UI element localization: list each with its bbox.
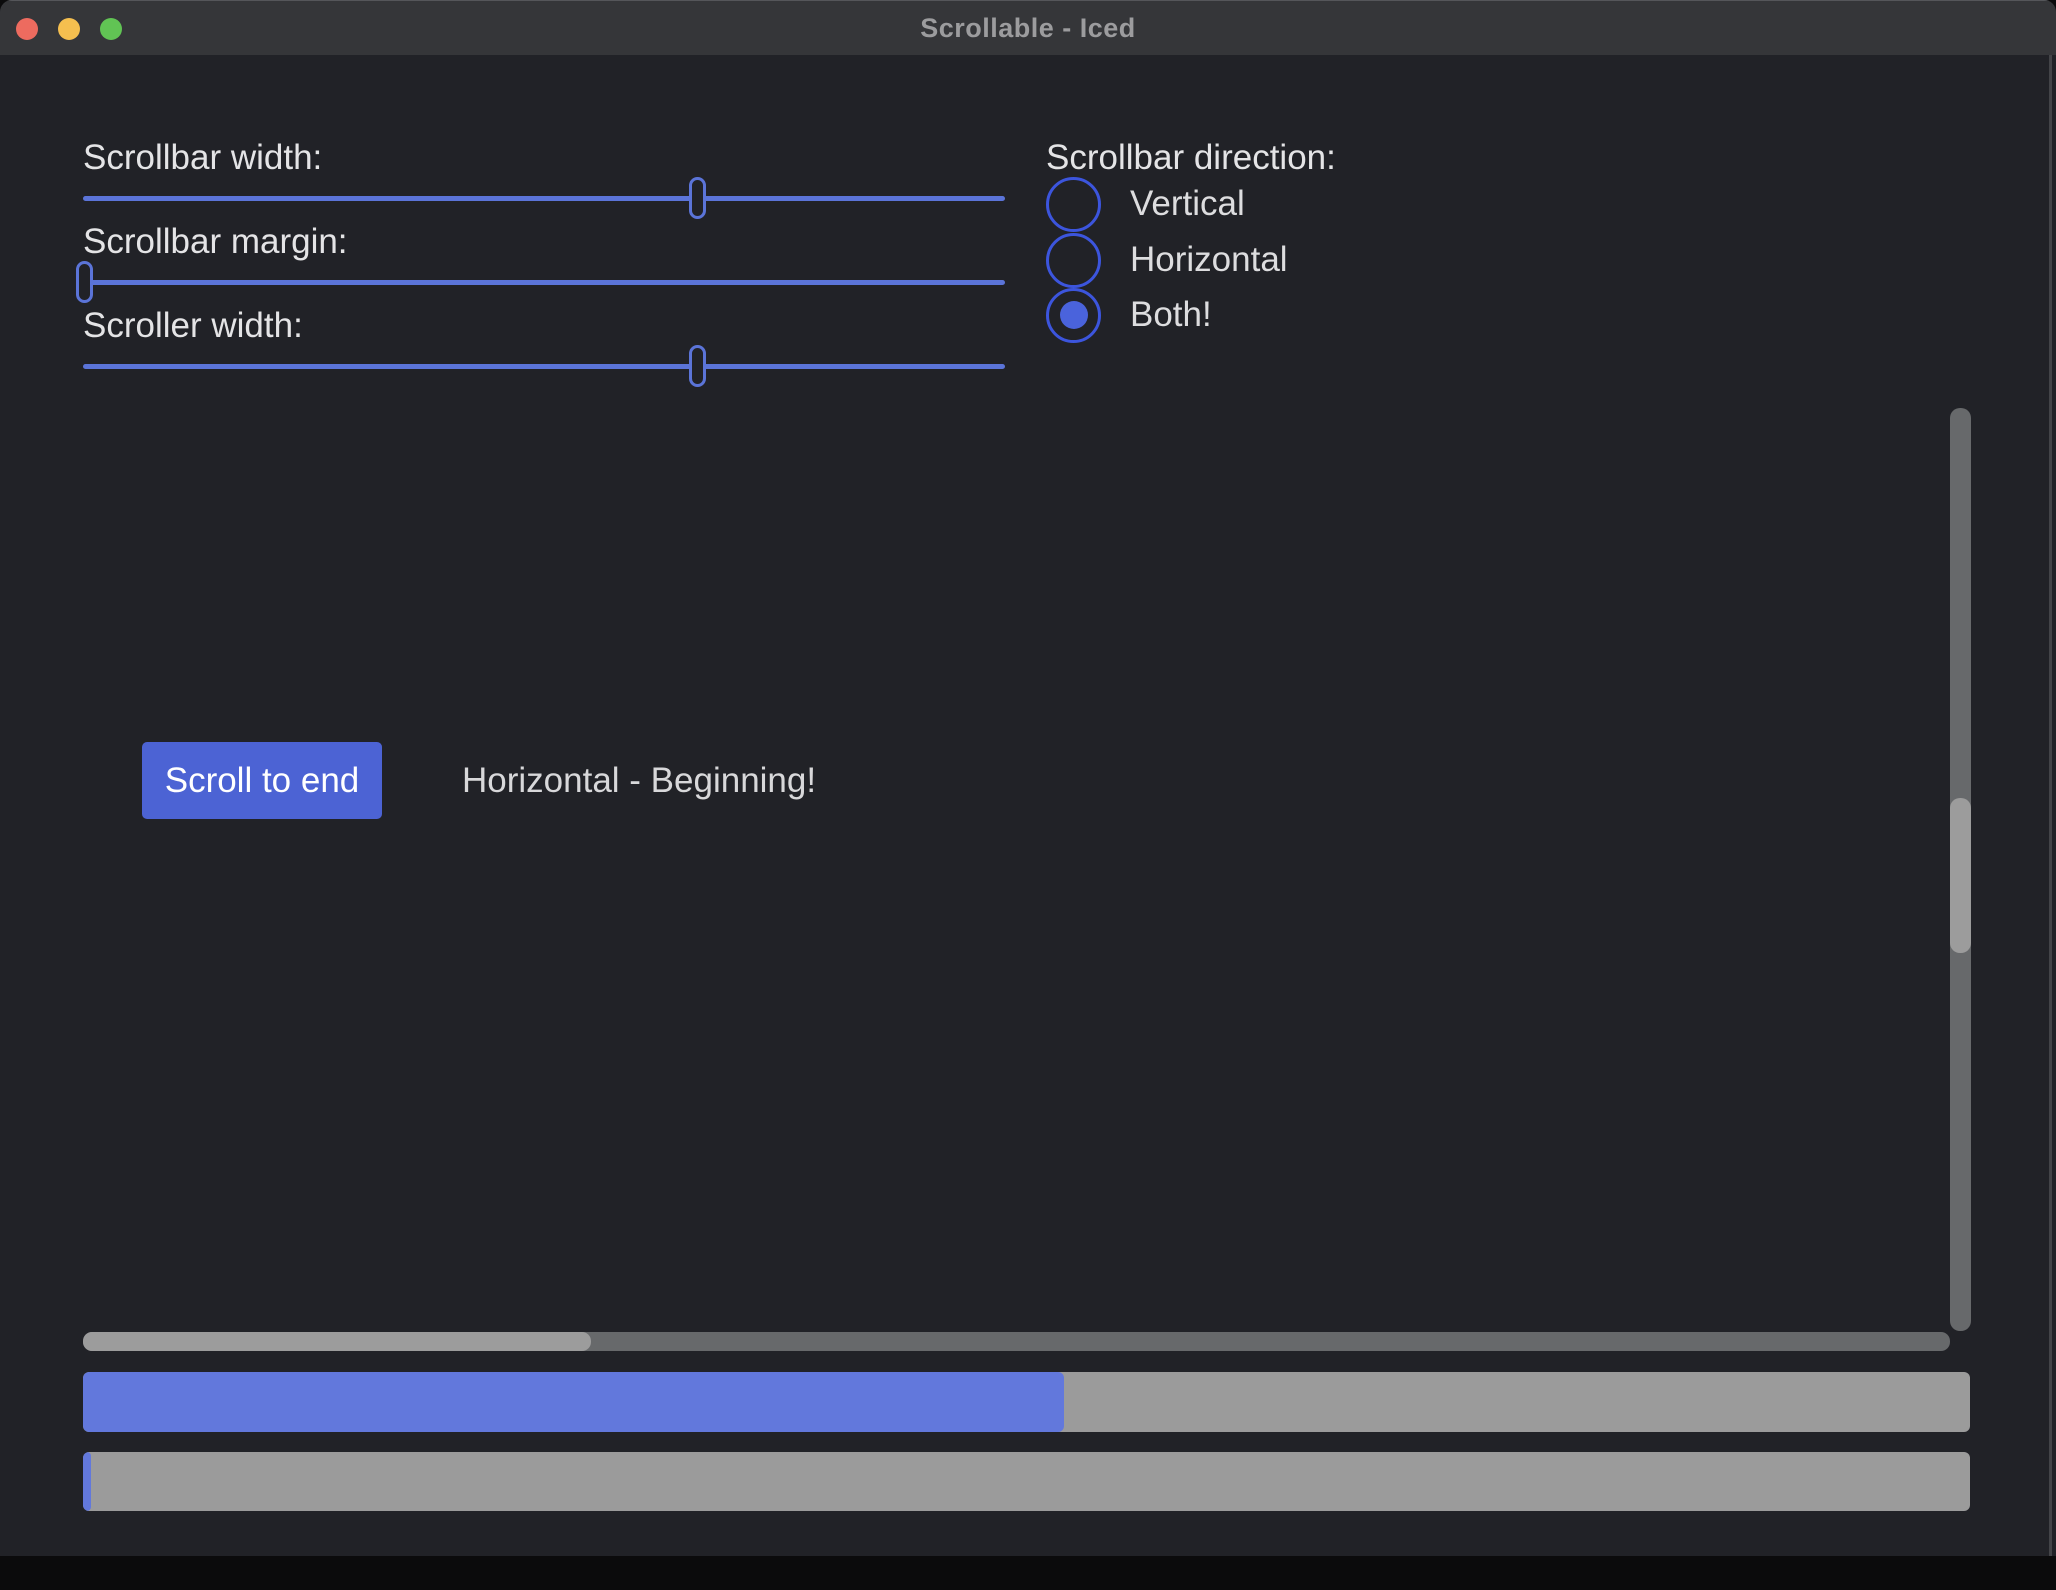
- traffic-lights: [16, 1, 122, 56]
- slider-track[interactable]: [83, 196, 1005, 201]
- progress-fill: [83, 1372, 1064, 1432]
- close-button[interactable]: [16, 18, 38, 40]
- vertical-scrollbar[interactable]: [1950, 408, 1971, 1331]
- scroller-width-label: Scroller width:: [83, 306, 303, 346]
- minimize-button[interactable]: [58, 18, 80, 40]
- scroller-width-slider[interactable]: [83, 343, 1005, 389]
- slider-track[interactable]: [83, 280, 1005, 285]
- slider-track[interactable]: [83, 364, 1005, 369]
- scrollbar-width-slider[interactable]: [83, 175, 1005, 221]
- scrollbar-width-label: Scrollbar width:: [83, 138, 322, 178]
- vertical-scrollbar-thumb[interactable]: [1950, 798, 1971, 953]
- scrollbar-direction-label: Scrollbar direction:: [1046, 138, 1336, 178]
- scrollbar-margin-label: Scrollbar margin:: [83, 222, 348, 262]
- radio-label[interactable]: Vertical: [1130, 184, 1245, 224]
- radio-circle-icon[interactable]: [1046, 177, 1101, 232]
- radio-circle-icon[interactable]: [1046, 288, 1101, 343]
- radio-circle-icon[interactable]: [1046, 233, 1101, 288]
- window-bottom-edge: [0, 1556, 2056, 1590]
- vertical-progress-bar: [83, 1452, 1970, 1511]
- slider-handle[interactable]: [76, 261, 93, 303]
- radio-vertical[interactable]: Vertical: [1046, 176, 1245, 232]
- horizontal-scrollbar[interactable]: [83, 1332, 1950, 1351]
- radio-label[interactable]: Horizontal: [1130, 240, 1288, 280]
- radio-dot-icon: [1060, 301, 1088, 329]
- window-right-edge: [2049, 55, 2052, 1556]
- radio-horizontal[interactable]: Horizontal: [1046, 232, 1288, 288]
- horizontal-progress-bar: [83, 1372, 1970, 1432]
- app-window: Scrollable - Iced Scrollbar width: Scrol…: [0, 0, 2056, 1556]
- zoom-button[interactable]: [100, 18, 122, 40]
- slider-handle[interactable]: [689, 345, 706, 387]
- titlebar[interactable]: Scrollable - Iced: [0, 0, 2056, 55]
- slider-handle[interactable]: [689, 177, 706, 219]
- scroll-to-end-button[interactable]: Scroll to end: [142, 742, 382, 819]
- radio-both[interactable]: Both!: [1046, 287, 1212, 343]
- scrollbar-margin-slider[interactable]: [83, 259, 1005, 305]
- radio-label[interactable]: Both!: [1130, 295, 1212, 335]
- scroll-status-text: Horizontal - Beginning!: [462, 742, 816, 819]
- horizontal-scrollbar-thumb[interactable]: [83, 1332, 591, 1351]
- window-title: Scrollable - Iced: [920, 13, 1136, 44]
- progress-fill: [83, 1452, 91, 1511]
